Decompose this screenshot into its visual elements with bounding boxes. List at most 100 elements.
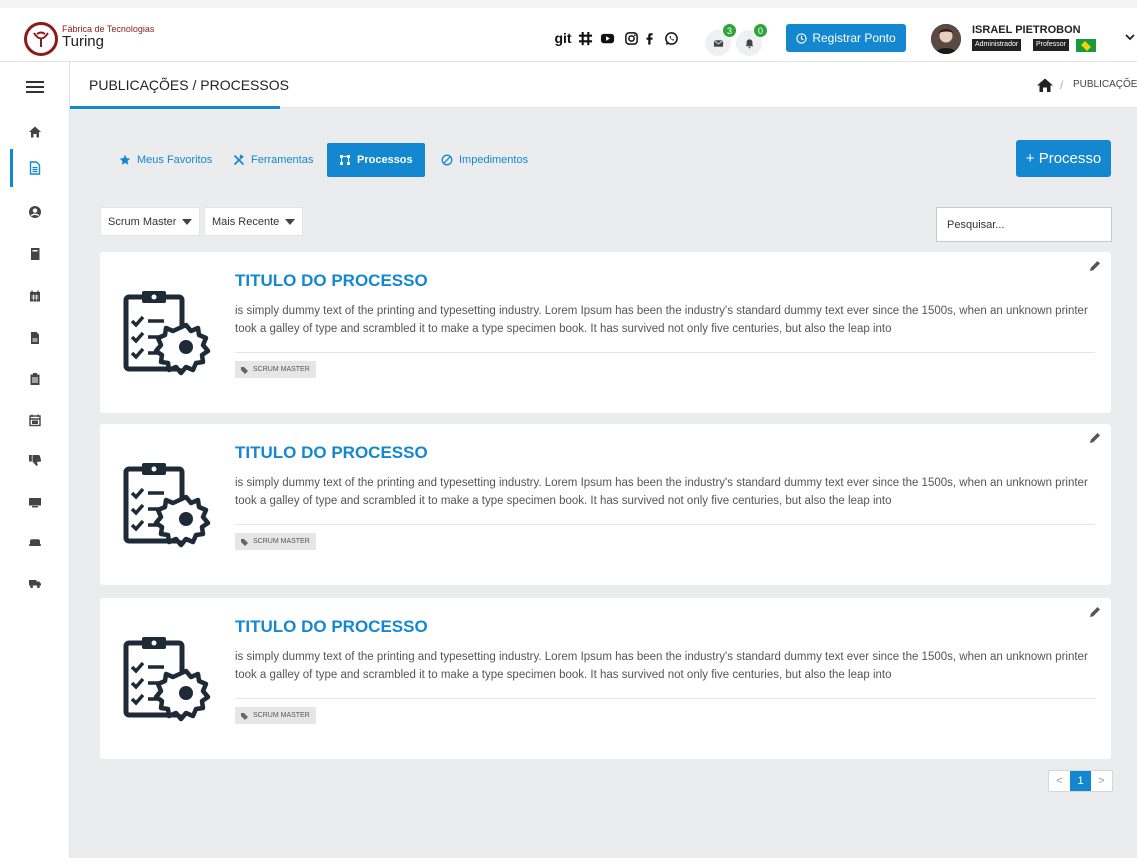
pagination-page[interactable]: 1: [1070, 771, 1091, 791]
truck-icon: [29, 580, 41, 588]
card-tag[interactable]: SCRUM MASTER: [235, 533, 316, 550]
calendar-icon: [30, 290, 40, 302]
sidebar-item-monitor[interactable]: [27, 494, 43, 510]
sidebar-item-schedule[interactable]: [27, 412, 43, 428]
card-description: is simply dummy text of the printing and…: [235, 651, 1088, 681]
bell-icon: [745, 38, 753, 48]
brazil-flag-icon[interactable]: [1076, 39, 1096, 52]
thumbs-down-icon: [29, 455, 42, 466]
pagination: < 1 >: [1048, 770, 1113, 792]
facebook-icon[interactable]: [643, 28, 657, 48]
keyboard-icon: [29, 539, 41, 546]
notifications-badge: 0: [753, 23, 768, 38]
git-icon[interactable]: git: [554, 28, 572, 48]
pagination-prev[interactable]: <: [1049, 771, 1070, 791]
hamburger-menu-icon[interactable]: [26, 78, 44, 94]
role-filter-value: Scrum Master: [108, 215, 177, 228]
user-name: ISRAEL PIETROBON: [972, 24, 1081, 36]
card-divider: [235, 524, 1095, 525]
calendar-check-icon: [29, 414, 41, 427]
role-badge-admin: Administrador: [972, 39, 1022, 51]
home-icon[interactable]: [1036, 77, 1054, 93]
tools-icon: [233, 154, 245, 166]
top-header: Fábrica de Tecnologias Turing git 3 0 Re…: [0, 0, 1137, 62]
page-title: PUBLICAÇÕES / PROCESSOS: [89, 77, 289, 93]
youtube-icon[interactable]: [598, 28, 616, 48]
slack-icon[interactable]: [576, 28, 594, 48]
pencil-icon[interactable]: [1088, 605, 1102, 619]
process-checklist-icon: [123, 463, 211, 548]
sidebar-item-truck[interactable]: [27, 575, 43, 591]
card-title[interactable]: TITULO DO PROCESSO: [235, 617, 428, 637]
clipboard-icon: [30, 373, 40, 385]
role-badge-professor: Professor: [1033, 39, 1069, 51]
card-divider: [235, 352, 1095, 353]
register-time-button[interactable]: Registrar Ponto: [786, 24, 906, 52]
pencil-icon[interactable]: [1088, 259, 1102, 273]
sidebar-item-profile[interactable]: [27, 204, 43, 220]
tab-impediments[interactable]: Impedimentos: [441, 143, 528, 177]
sidebar-item-calendar[interactable]: [27, 288, 43, 304]
card-tag[interactable]: SCRUM MASTER: [235, 707, 316, 724]
process-card[interactable]: TITULO DO PROCESSO is simply dummy text …: [100, 424, 1111, 585]
caret-down-icon: [182, 218, 193, 225]
breadcrumb-separator: /: [1060, 78, 1064, 92]
process-checklist-icon: [123, 637, 211, 722]
tab-processes-label: Processos: [357, 154, 413, 166]
brand-name[interactable]: Turing: [62, 33, 104, 50]
sidebar-active-indicator: [10, 149, 13, 187]
tab-processes[interactable]: Processos: [327, 143, 425, 177]
user-avatar[interactable]: [931, 24, 961, 54]
card-title[interactable]: TITULO DO PROCESSO: [235, 271, 428, 291]
home-icon: [29, 126, 41, 138]
tab-impediments-label: Impedimentos: [459, 154, 529, 166]
sidebar-item-home[interactable]: [27, 124, 43, 140]
sidebar-item-publicacoes[interactable]: [27, 160, 43, 176]
turing-logo-icon[interactable]: [24, 22, 58, 56]
messages-button[interactable]: 3: [705, 23, 737, 56]
search-input[interactable]: [936, 207, 1112, 242]
role-filter-dropdown[interactable]: Scrum Master: [100, 207, 201, 236]
card-description: is simply dummy text of the printing and…: [235, 305, 1088, 335]
title-underline: [70, 106, 280, 109]
breadcrumb-current[interactable]: PUBLICAÇÕES: [1073, 79, 1137, 90]
card-tag[interactable]: SCRUM MASTER: [235, 361, 316, 378]
pencil-icon[interactable]: [1088, 431, 1102, 445]
document-icon: [29, 161, 41, 175]
tab-tools[interactable]: Ferramentas: [233, 143, 313, 177]
book-icon: [31, 248, 40, 260]
sidebar-item-keyboard[interactable]: [27, 534, 43, 550]
sidebar-item-clipboard[interactable]: [27, 371, 43, 387]
chevron-down-icon[interactable]: [1125, 33, 1135, 41]
clock-icon: [796, 32, 807, 44]
tag-icon: [241, 712, 248, 720]
envelope-icon: [713, 39, 723, 47]
monitor-icon: [29, 498, 41, 508]
card-divider: [235, 698, 1095, 699]
page-title-bar: PUBLICAÇÕES / PROCESSOS / PUBLICAÇÕES: [70, 62, 1137, 109]
tag-icon: [241, 538, 248, 546]
card-title[interactable]: TITULO DO PROCESSO: [235, 443, 428, 463]
card-tag-label: SCRUM MASTER: [253, 712, 310, 719]
git-label: git: [554, 30, 572, 46]
tab-favorites[interactable]: Meus Favoritos: [119, 143, 212, 177]
tab-favorites-label: Meus Favoritos: [137, 154, 213, 166]
new-process-button[interactable]: + Processo: [1016, 140, 1111, 177]
process-icon: [340, 155, 350, 165]
sort-filter-value: Mais Recente: [212, 215, 280, 228]
whatsapp-icon[interactable]: [662, 28, 680, 48]
notifications-button[interactable]: 0: [736, 23, 768, 56]
sidebar-item-book[interactable]: [27, 246, 43, 262]
sidebar-item-impediments[interactable]: [27, 452, 43, 468]
sidebar-item-file[interactable]: [27, 330, 43, 346]
process-card[interactable]: TITULO DO PROCESSO is simply dummy text …: [100, 598, 1111, 759]
pagination-next[interactable]: >: [1091, 771, 1112, 791]
process-checklist-icon: [123, 291, 211, 376]
messages-badge: 3: [722, 23, 737, 38]
instagram-icon[interactable]: [622, 28, 640, 48]
process-card[interactable]: TITULO DO PROCESSO is simply dummy text …: [100, 252, 1111, 413]
sort-filter-dropdown[interactable]: Mais Recente: [204, 207, 304, 236]
card-description: is simply dummy text of the printing and…: [235, 477, 1088, 507]
file-icon: [31, 332, 39, 344]
card-tag-label: SCRUM MASTER: [253, 538, 310, 545]
